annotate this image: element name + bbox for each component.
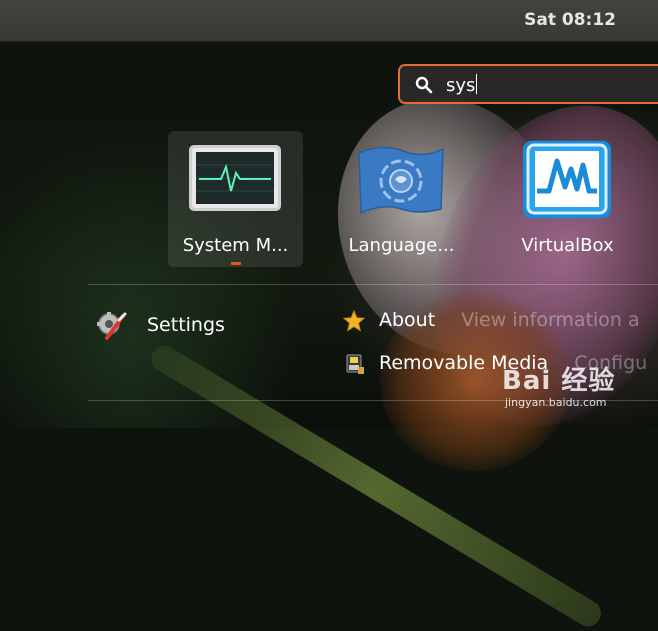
settings-icon [97,312,127,340]
removable-media-icon [346,354,364,374]
system-monitor-icon [189,145,281,211]
language-support-icon [358,146,444,215]
section-divider [88,284,658,285]
baidu-watermark: Bai 经验 jingyan.baidu.com [502,360,616,409]
result-label: About [379,309,436,331]
search-value[interactable]: sys [446,74,478,96]
watermark-brand: Bai 经验 [502,366,616,396]
app-system-monitor[interactable]: System M... [168,131,303,267]
app-label: System M... [182,235,289,256]
result-description: View information a [461,309,640,331]
text-caret [476,74,478,94]
result-label: Settings [147,314,225,336]
result-settings[interactable]: Settings [147,314,225,336]
search-icon [415,76,433,94]
watermark-url: jingyan.baidu.com [505,396,607,409]
top-bar: Sat 08:12 [0,0,658,41]
search-input[interactable]: sys [398,64,658,104]
app-language-support[interactable]: Language... [334,131,469,267]
clock[interactable]: Sat 08:12 [524,0,616,41]
virtualbox-icon [523,140,611,219]
running-indicator [231,262,241,265]
result-about[interactable]: About View information a [379,309,640,331]
app-label: VirtualBox [521,235,614,256]
app-label: Language... [348,235,455,256]
app-virtualbox[interactable]: VirtualBox [500,131,635,267]
star-icon [343,310,365,332]
